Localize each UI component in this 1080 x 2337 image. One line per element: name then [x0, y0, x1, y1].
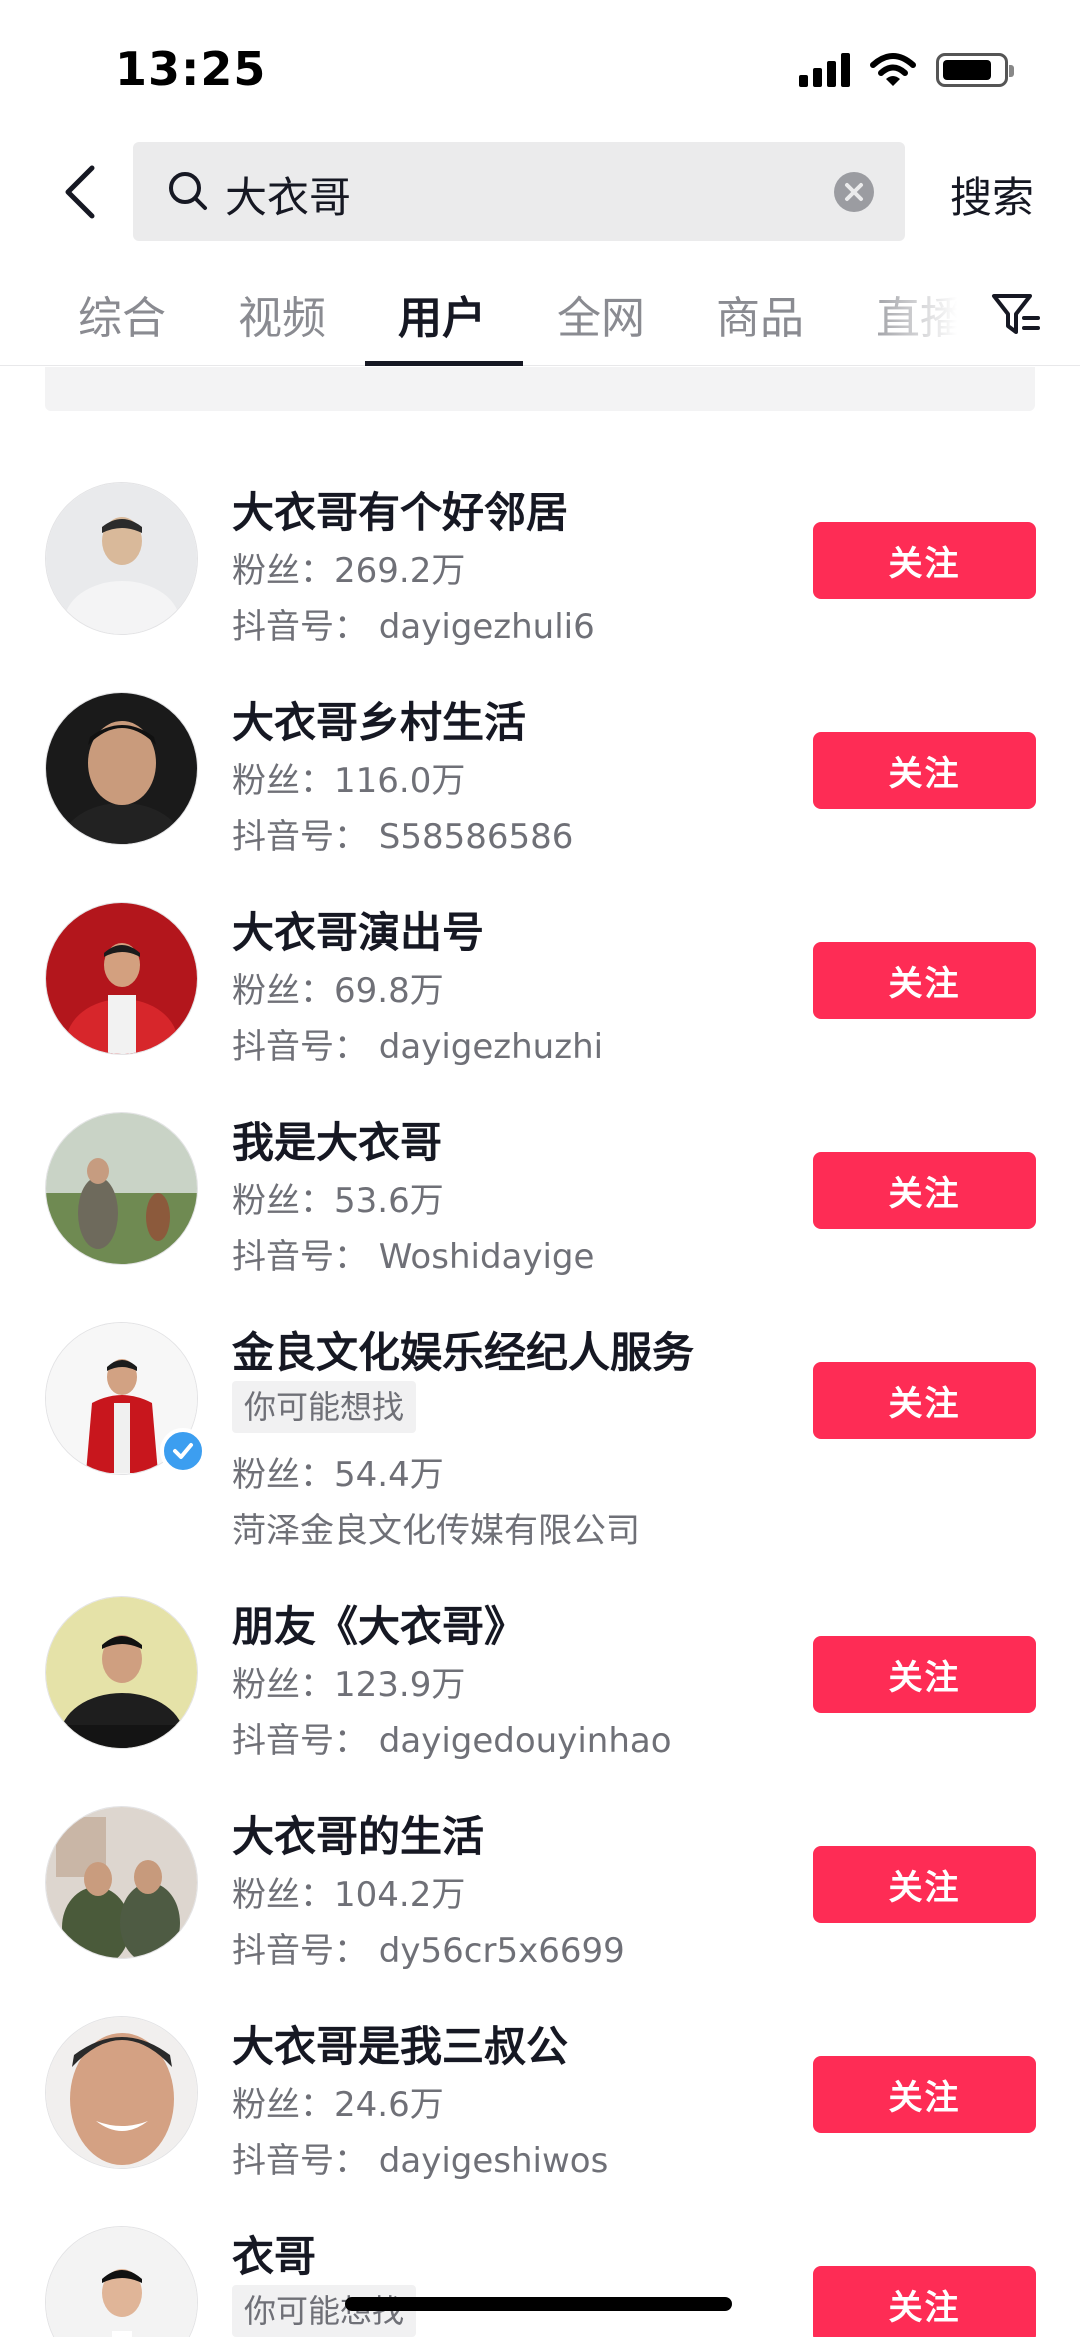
user-name: 大衣哥有个好邻居: [232, 488, 569, 537]
filter-icon[interactable]: [990, 288, 1044, 342]
follow-button[interactable]: 关注: [813, 2056, 1036, 2133]
list-item[interactable]: 大衣哥有个好邻居 粉丝：269.2万 抖音号： dayigezhuli6 关注: [0, 455, 1080, 665]
suggestion-tag: 你可能想找: [232, 1381, 417, 1433]
user-company: 菏泽金良文化传媒有限公司: [232, 1511, 640, 1551]
user-fans: 粉丝：116.0万: [232, 761, 466, 801]
tab-comprehensive[interactable]: 综合: [78, 282, 166, 346]
follow-button[interactable]: 关注: [813, 1846, 1036, 1923]
user-account: 抖音号： dayigezhuzhi: [232, 1027, 604, 1067]
user-fans: 粉丝：69.8万: [232, 971, 444, 1011]
follow-button[interactable]: 关注: [813, 1152, 1036, 1229]
result-tabs: 综合 视频 用户 全网 商品 直播: [0, 270, 1080, 366]
user-fans: 粉丝：104.2万: [232, 1875, 466, 1915]
search-icon: [169, 172, 207, 210]
user-fans: 粉丝：269.2万: [232, 551, 466, 591]
tab-fade: [855, 270, 975, 360]
user-fans: 粉丝：54.4万: [232, 1455, 444, 1495]
follow-button[interactable]: 关注: [813, 522, 1036, 599]
home-indicator: [345, 2297, 732, 2311]
follow-button[interactable]: 关注: [813, 2266, 1036, 2337]
user-account: 抖音号： dy56cr5x6699: [232, 1931, 625, 1971]
avatar[interactable]: [45, 1596, 198, 1749]
avatar[interactable]: [45, 482, 198, 635]
back-button[interactable]: [50, 162, 110, 222]
user-name: 大衣哥的生活: [232, 1812, 485, 1861]
status-bar: 13:25: [0, 0, 1080, 140]
status-icons: [799, 52, 1014, 88]
avatar[interactable]: [45, 1112, 198, 1265]
avatar[interactable]: [45, 692, 198, 845]
battery-icon: [936, 53, 1014, 87]
follow-button[interactable]: 关注: [813, 732, 1036, 809]
avatar[interactable]: [45, 902, 198, 1055]
user-name: 衣哥: [232, 2232, 317, 2281]
tab-users[interactable]: 用户: [398, 282, 486, 346]
user-account: 抖音号： dayigeshiwos: [232, 2141, 609, 2181]
follow-button[interactable]: 关注: [813, 1362, 1036, 1439]
avatar[interactable]: [45, 2226, 198, 2337]
search-input[interactable]: 大衣哥: [133, 142, 905, 241]
list-item[interactable]: 大衣哥乡村生活 粉丝：116.0万 抖音号： S58586586 关注: [0, 665, 1080, 875]
user-name: 金良文化娱乐经纪人服务: [232, 1328, 695, 1377]
list-item[interactable]: 大衣哥是我三叔公 粉丝：24.6万 抖音号： dayigeshiwos 关注: [0, 1989, 1080, 2199]
suggestion-tag: 你可能想找: [232, 2285, 417, 2337]
user-name: 大衣哥演出号: [232, 908, 485, 957]
user-name: 我是大衣哥: [232, 1118, 443, 1167]
clear-icon[interactable]: [833, 171, 875, 213]
list-item[interactable]: 我是大衣哥 粉丝：53.6万 抖音号： Woshidayige 关注: [0, 1085, 1080, 1295]
user-account: 抖音号： dayigedouyinhao: [232, 1721, 672, 1761]
list-item[interactable]: 衣哥 你可能想找 关注: [0, 2199, 1080, 2337]
user-name: 大衣哥乡村生活: [232, 698, 527, 747]
user-fans: 粉丝：123.9万: [232, 1665, 466, 1705]
signal-icon: [799, 53, 850, 87]
verified-icon: [160, 1428, 206, 1474]
search-button[interactable]: 搜索: [950, 164, 1034, 225]
list-item[interactable]: 大衣哥的生活 粉丝：104.2万 抖音号： dy56cr5x6699 关注: [0, 1779, 1080, 1989]
active-tab-indicator: [365, 361, 523, 366]
user-list: 大衣哥有个好邻居 粉丝：269.2万 抖音号： dayigezhuli6 关注 …: [0, 455, 1080, 2337]
user-fans: 粉丝：24.6万: [232, 2085, 444, 2125]
back-arrow-icon: [65, 165, 95, 219]
status-time: 13:25: [115, 42, 267, 96]
avatar[interactable]: [45, 1806, 198, 1959]
user-account: 抖音号： S58586586: [232, 817, 574, 857]
tab-videos[interactable]: 视频: [238, 282, 326, 346]
list-item[interactable]: 大衣哥演出号 粉丝：69.8万 抖音号： dayigezhuzhi 关注: [0, 875, 1080, 1085]
tab-web[interactable]: 全网: [557, 282, 645, 346]
avatar[interactable]: [45, 2016, 198, 2169]
top-strip: [45, 367, 1035, 411]
tab-products[interactable]: 商品: [716, 282, 804, 346]
follow-button[interactable]: 关注: [813, 942, 1036, 1019]
wifi-icon: [870, 53, 916, 86]
search-header: 大衣哥 搜索: [0, 140, 1080, 245]
user-account: 抖音号： Woshidayige: [232, 1237, 595, 1277]
user-name: 大衣哥是我三叔公: [232, 2022, 569, 2071]
follow-button[interactable]: 关注: [813, 1636, 1036, 1713]
search-query[interactable]: 大衣哥: [225, 164, 351, 225]
list-item[interactable]: 朋友《大衣哥》 粉丝：123.9万 抖音号： dayigedouyinhao 关…: [0, 1569, 1080, 1779]
user-account: 抖音号： dayigezhuli6: [232, 607, 595, 647]
user-fans: 粉丝：53.6万: [232, 1181, 444, 1221]
user-name: 朋友《大衣哥》: [232, 1602, 527, 1651]
list-item[interactable]: 金良文化娱乐经纪人服务 你可能想找 粉丝：54.4万 菏泽金良文化传媒有限公司 …: [0, 1295, 1080, 1569]
